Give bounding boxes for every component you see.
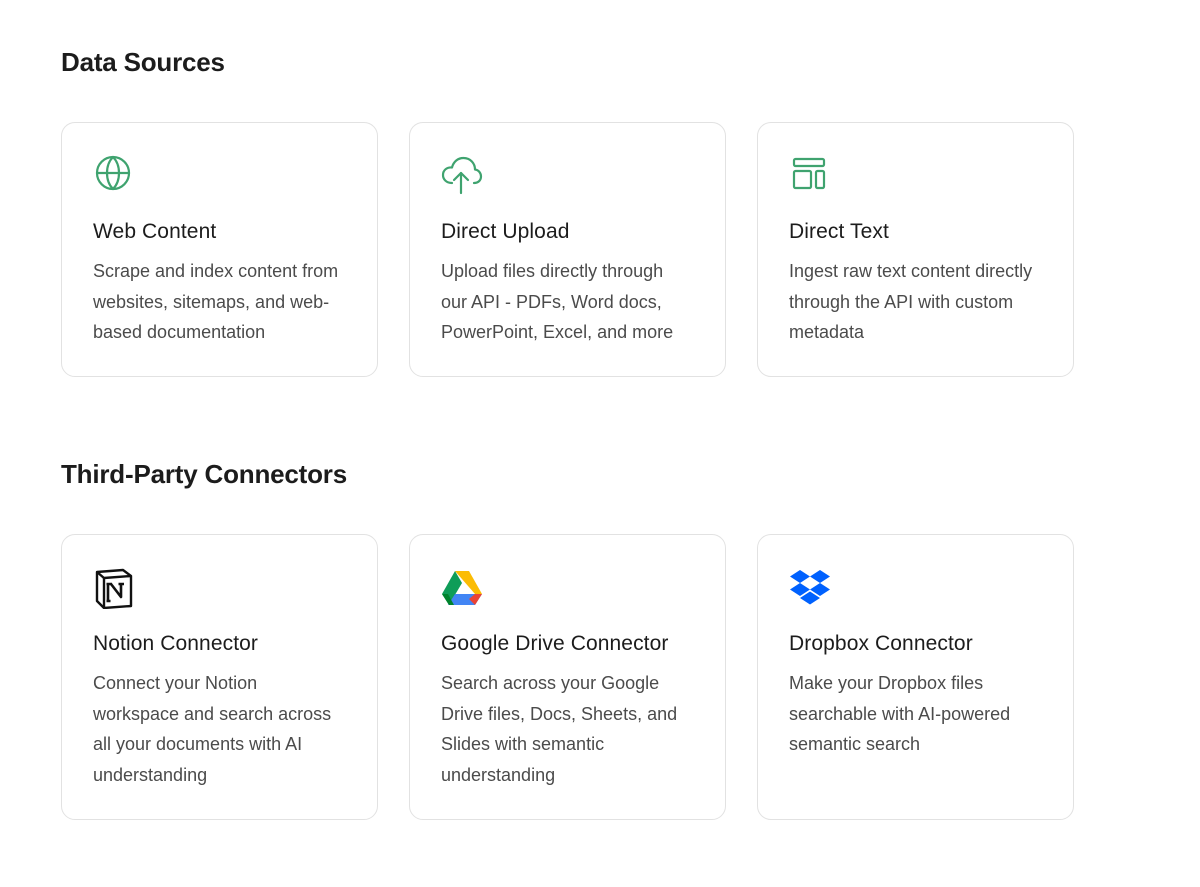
layout-icon (792, 157, 826, 190)
dropbox-logo-icon (790, 570, 830, 605)
card-description: Search across your Google Drive files, D… (441, 673, 678, 785)
card-description: Ingest raw text content directly through… (789, 261, 1033, 342)
cloud-upload-icon (441, 156, 483, 195)
card-title: Direct Upload (441, 220, 570, 243)
card-description: Upload files directly through our API - … (441, 261, 674, 342)
data-sources-section: Data Sources Web Content Scrape and inde… (61, 47, 1074, 377)
card-notion-connector[interactable]: Notion Connector Connect your Notion wor… (61, 534, 378, 820)
card-title: Web Content (93, 220, 217, 243)
data-sources-cards: Web Content Scrape and index content fro… (61, 122, 1074, 377)
globe-icon (95, 155, 131, 191)
section-title-connectors: Third-Party Connectors (61, 459, 347, 489)
card-google-drive-connector[interactable]: Google Drive Connector Search across you… (409, 534, 726, 820)
card-description: Connect your Notion workspace and search… (93, 673, 332, 785)
card-dropbox-connector[interactable]: Dropbox Connector Make your Dropbox file… (757, 534, 1074, 820)
card-description: Make your Dropbox files searchable with … (789, 673, 1011, 754)
card-direct-upload[interactable]: Direct Upload Upload files directly thro… (409, 122, 726, 377)
card-web-content[interactable]: Web Content Scrape and index content fro… (61, 122, 378, 377)
google-drive-logo-icon (442, 571, 482, 605)
card-title: Google Drive Connector (441, 632, 669, 655)
card-title: Direct Text (789, 220, 889, 243)
connector-cards: Notion Connector Connect your Notion wor… (61, 534, 1074, 820)
card-title: Notion Connector (93, 632, 259, 655)
card-title: Dropbox Connector (789, 632, 973, 655)
connectors-section: Third-Party Connectors Notion Connector … (61, 459, 1074, 820)
card-direct-text[interactable]: Direct Text Ingest raw text content dire… (757, 122, 1074, 377)
section-title-data-sources: Data Sources (61, 47, 225, 77)
card-description: Scrape and index content from websites, … (93, 261, 339, 342)
notion-logo-icon (95, 568, 133, 609)
